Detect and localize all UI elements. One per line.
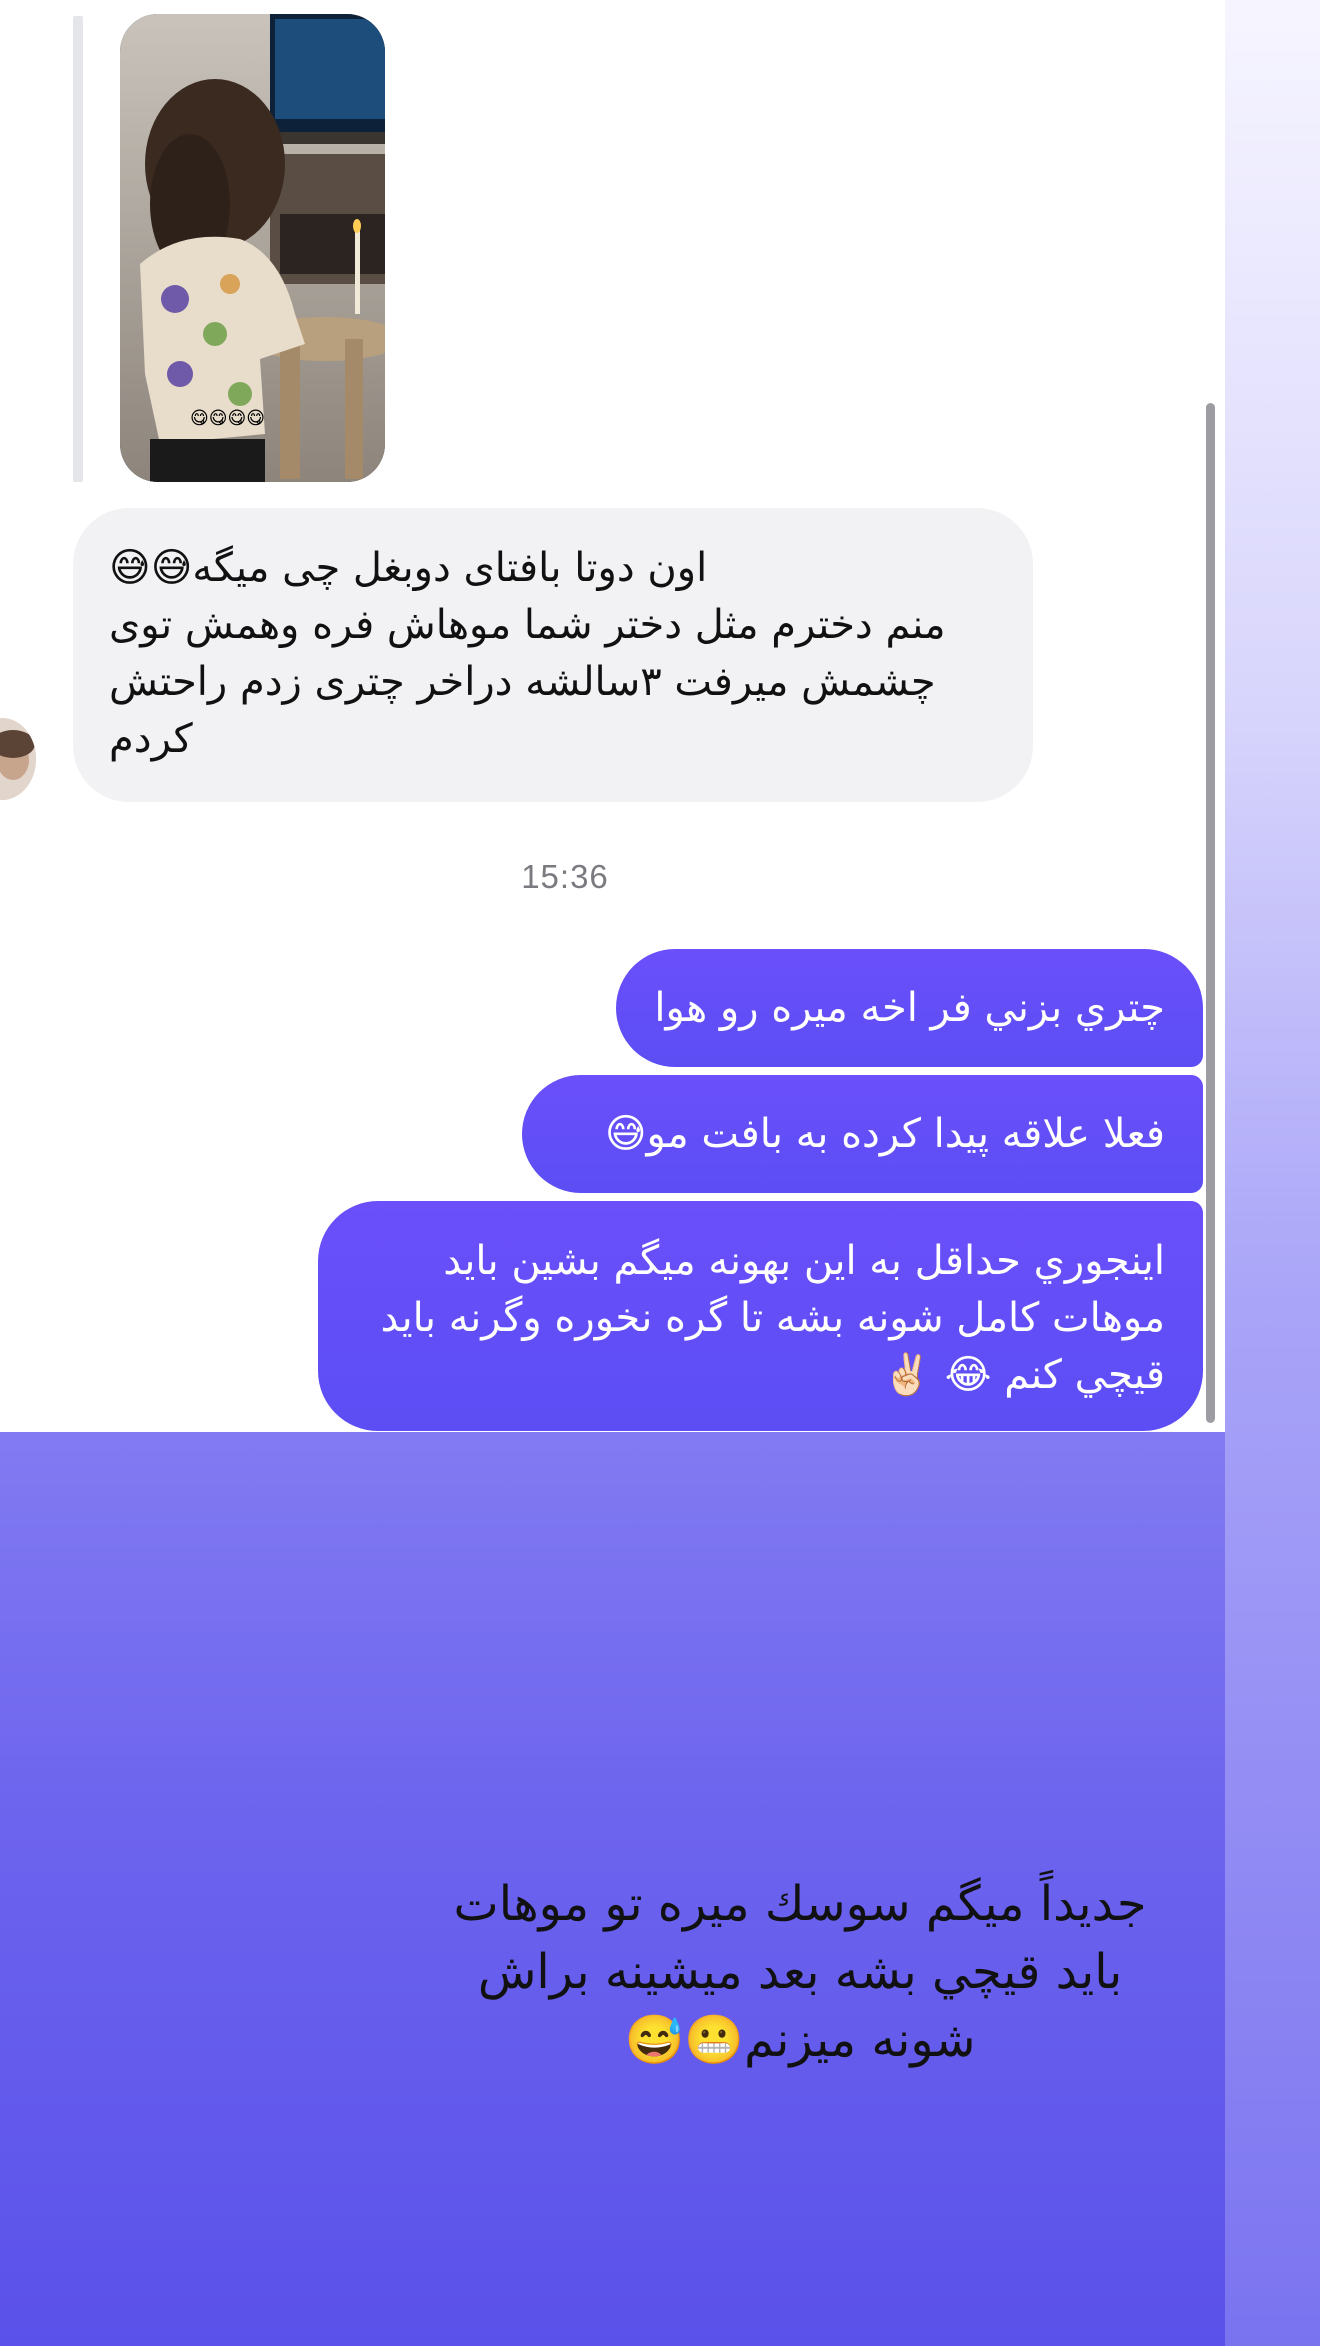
incoming-message-bubble[interactable]: اون دوتا بافتای دوبغل چی میگه😅😅 منم دختر… <box>73 508 1033 802</box>
caption-line: شونه ميزنم😬😅 <box>624 2012 976 2068</box>
message-line: موهات كامل شونه بشه تا گره نخوره وگرنه ب… <box>380 1295 1165 1341</box>
background-edge <box>1225 0 1320 2346</box>
scrollbar[interactable] <box>1206 403 1215 1423</box>
message-line: منم دخترم مثل دختر شما موهاش فره وهمش تو… <box>109 602 946 648</box>
sender-avatar[interactable] <box>0 718 36 800</box>
message-line: چشمش میرفت ۳سالشه دراخر چتری زدم راحتش <box>109 659 936 705</box>
story-reply-thumbnail[interactable]: 😋😋😋😋 <box>120 14 385 482</box>
message-timestamp: 15:36 <box>521 858 609 895</box>
outgoing-message-bubble[interactable]: فعلا علاقه پيدا كرده به بافت مو😅 <box>522 1075 1203 1193</box>
message-line: قيچي كنم 😂 ✌🏻 <box>882 1352 1165 1398</box>
outgoing-message-bubble[interactable]: چتري بزني فر اخه ميره رو هوا <box>616 949 1203 1067</box>
message-line: اينجوري حداقل به اين بهونه ميگم بشين باي… <box>443 1238 1165 1284</box>
caption-line: جديداً ميگم سوسك ميره تو موهات <box>453 1876 1147 1932</box>
sticker-text: 😋😋😋😋 <box>190 408 265 429</box>
message-line: اون دوتا بافتای دوبغل چی میگه😅😅 <box>109 545 708 591</box>
chat-screenshot: 😋😋😋😋 اون دوتا بافتای دوبغل چی میگه😅😅 منم… <box>0 0 1225 1432</box>
outgoing-message-bubble[interactable]: اينجوري حداقل به اين بهونه ميگم بشين باي… <box>318 1201 1203 1431</box>
message-line: کردم <box>109 716 193 762</box>
story-photo: 😋😋😋😋 <box>120 14 385 482</box>
story-screen: 😋😋😋😋 اون دوتا بافتای دوبغل چی میگه😅😅 منم… <box>0 0 1320 2346</box>
reply-indicator-bar <box>73 16 83 482</box>
story-caption: جديداً ميگم سوسك ميره تو موهات بايد قيچي… <box>440 1870 1160 2074</box>
caption-line: بايد قيچي بشه بعد ميشينه براش <box>477 1944 1123 2000</box>
